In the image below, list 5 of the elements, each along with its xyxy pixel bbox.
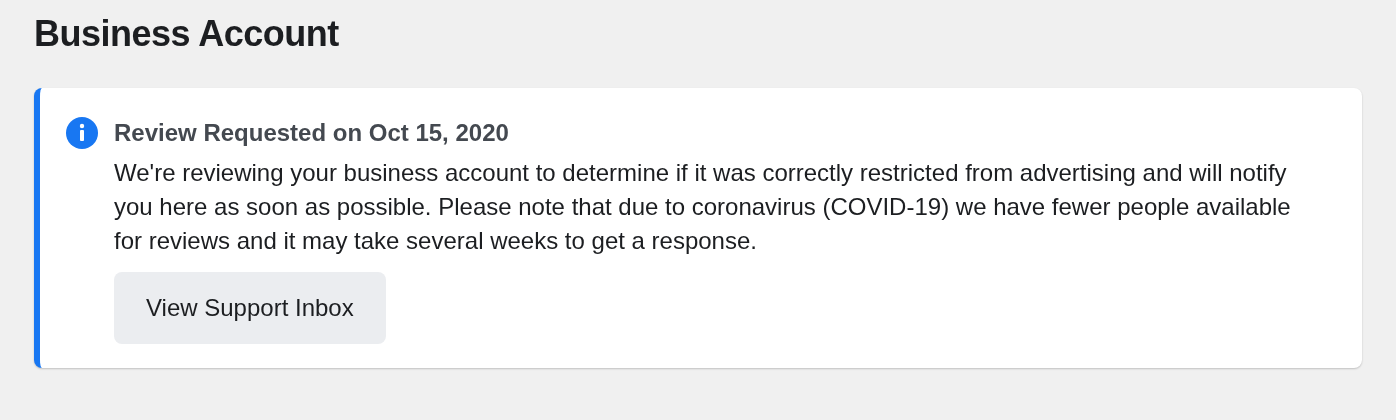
- page-title: Business Account: [34, 12, 340, 56]
- notice-message: We're reviewing your business account to determine if it was correctly restricted from advertising and will notify you here as soon as possible. Please note that due to coronavirus (COVID-19) we have fewer people available for reviews and it may take several weeks to get a response.: [114, 158, 1292, 256]
- view-support-inbox-button[interactable]: View Support Inbox: [114, 272, 386, 344]
- info-icon: [66, 117, 98, 149]
- notice-title: Review Requested on Oct 15, 2020: [114, 118, 510, 148]
